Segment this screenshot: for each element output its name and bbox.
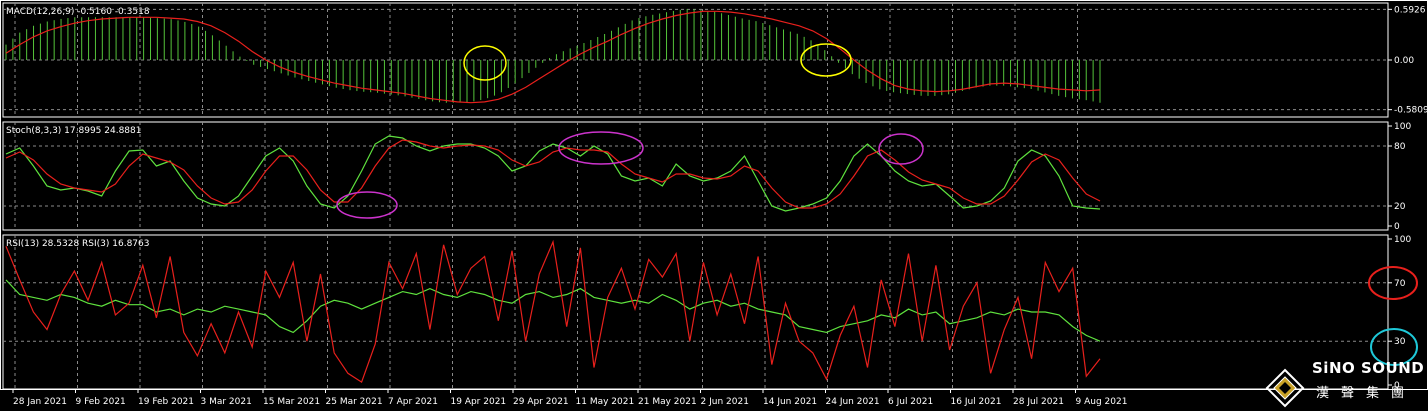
x-tick-label: 29 Apr 2021 <box>513 397 569 407</box>
series-line-1-0 <box>5 135 1101 212</box>
logo-text-cn: 漢聲集團 <box>1316 386 1417 401</box>
indicator-label-2: RSI(13) 28.5328 RSI(3) 16.8763 <box>6 239 149 249</box>
y-tick-label: 0.00 <box>1394 56 1414 66</box>
y-tick-label: 100 <box>1394 235 1411 245</box>
series-line-1-1 <box>5 139 1101 209</box>
series-line-2-0 <box>5 279 1101 342</box>
y-tick-label: 0 <box>1394 222 1400 232</box>
x-tick-label: 9 Aug 2021 <box>1076 397 1128 407</box>
x-tick-label: 21 May 2021 <box>638 397 697 407</box>
indicator-label-0: MACD(12,26,9) -0.5160 -0.3518 <box>6 7 150 17</box>
x-tick-label: 19 Feb 2021 <box>138 397 194 407</box>
annotation-circle <box>1368 266 1418 300</box>
x-tick-label: 3 Mar 2021 <box>201 397 252 407</box>
y-tick-label: 70 <box>1394 279 1406 289</box>
y-tick-label: 100 <box>1394 122 1411 132</box>
diamond-logo-icon <box>1265 368 1305 408</box>
x-tick-label: 19 Apr 2021 <box>451 397 507 407</box>
x-tick-label: 2 Jun 2021 <box>701 397 749 407</box>
x-tick-label: 16 Jul 2021 <box>951 397 1002 407</box>
annotation-circle <box>558 131 644 165</box>
x-tick-label: 25 Mar 2021 <box>326 397 383 407</box>
x-tick-label: 11 May 2021 <box>576 397 635 407</box>
series-line-0-1 <box>5 10 1101 104</box>
x-tick-label: 9 Feb 2021 <box>76 397 126 407</box>
indicator-label-1: Stoch(8,3,3) 17.8995 24.8881 <box>6 126 141 136</box>
annotation-circle <box>336 191 398 219</box>
y-tick-label: 80 <box>1394 142 1406 152</box>
x-tick-label: 28 Jul 2021 <box>1013 397 1064 407</box>
x-tick-label: 14 Jun 2021 <box>763 397 817 407</box>
y-tick-label: -0.5809 <box>1394 106 1428 116</box>
y-tick-label: 0.5926 <box>1394 5 1426 15</box>
x-tick-label: 24 Jun 2021 <box>826 397 880 407</box>
x-tick-label: 7 Apr 2021 <box>388 397 438 407</box>
annotation-circle <box>463 45 507 81</box>
y-tick-label: 20 <box>1394 202 1406 212</box>
chart-canvas: 28 Jan 2021 9 Feb 2021 19 Feb 2021 3 Mar 20… <box>0 0 1428 407</box>
x-tick-label: 15 Mar 2021 <box>263 397 320 407</box>
x-tick-label: 6 Jul 2021 <box>888 397 933 407</box>
y-tick-label: 30 <box>1394 337 1406 347</box>
logo-text: SiNO SOUND <box>1312 359 1425 377</box>
annotation-circle <box>878 133 924 165</box>
x-tick-label: 28 Jan 2021 <box>13 397 67 407</box>
